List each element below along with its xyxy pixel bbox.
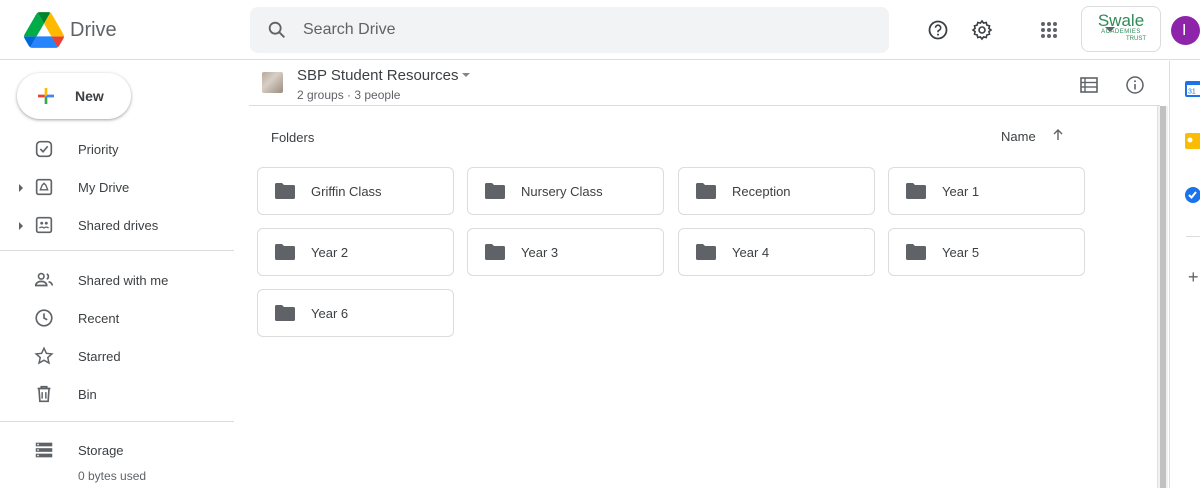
sort-ascending-icon[interactable]	[1050, 127, 1066, 143]
sidebar-item-label: Shared with me	[78, 273, 169, 288]
org-logo-name: Swale	[1097, 11, 1145, 30]
sidebar-item-priority[interactable]: Priority	[0, 134, 240, 166]
folder-tile[interactable]: Year 6	[257, 289, 454, 337]
shared-drives-icon	[35, 216, 53, 234]
folder-tile[interactable]: Griffin Class	[257, 167, 454, 215]
new-button-label: New	[75, 88, 104, 104]
calendar-icon[interactable]: 31	[1185, 81, 1200, 97]
page-title[interactable]: SBP Student Resources	[297, 67, 458, 84]
apps-grid-icon[interactable]	[1037, 18, 1061, 42]
settings-icon[interactable]	[970, 18, 994, 42]
shared-with-me-icon	[34, 272, 54, 287]
storage-used: 0 bytes used	[78, 469, 147, 483]
sidebar-item-recent[interactable]: Recent	[0, 303, 240, 335]
sidebar-item-label: Priority	[78, 142, 119, 157]
search-icon[interactable]	[266, 19, 288, 41]
priority-icon	[35, 140, 53, 158]
title-dropdown-icon[interactable]	[462, 73, 470, 77]
drive-logo-icon	[24, 12, 64, 48]
sidebar-item-starred[interactable]: Starred	[0, 341, 240, 373]
star-icon	[34, 346, 54, 365]
sort-by-name[interactable]: Name	[1001, 129, 1036, 144]
members-summary[interactable]: 2 groups · 3 people	[297, 88, 400, 102]
storage-label: Storage	[78, 443, 124, 458]
storage-icon	[35, 442, 53, 458]
folder-icon	[485, 244, 505, 260]
folder-name: Nursery Class	[521, 184, 603, 199]
search-input[interactable]	[303, 18, 843, 42]
help-icon[interactable]	[926, 18, 950, 42]
folder-tile[interactable]: Year 3	[467, 228, 664, 276]
folder-name: Year 4	[732, 245, 770, 260]
folder-tile[interactable]: Year 4	[678, 228, 875, 276]
shared-drive-thumbnail	[262, 72, 283, 93]
folder-icon	[275, 305, 295, 321]
folder-icon	[906, 244, 926, 260]
info-icon[interactable]	[1125, 75, 1145, 95]
folder-tile[interactable]: Year 5	[888, 228, 1085, 276]
folder-icon	[906, 183, 926, 199]
expand-arrow-icon[interactable]	[19, 184, 23, 192]
folder-icon	[275, 183, 295, 199]
folder-name: Year 6	[311, 306, 349, 321]
tasks-icon[interactable]	[1185, 187, 1200, 203]
breadcrumb: SBP Student Resources 2 groups · 3 peopl…	[249, 61, 1160, 106]
folder-name: Year 3	[521, 245, 559, 260]
search-bar[interactable]	[250, 7, 1115, 53]
folder-name: Reception	[732, 184, 791, 199]
side-panel-divider	[1186, 236, 1200, 237]
folder-tile[interactable]: Nursery Class	[467, 167, 664, 215]
my-drive-icon	[35, 178, 53, 196]
folder-tile[interactable]: Year 1	[888, 167, 1085, 215]
keep-icon[interactable]	[1185, 133, 1200, 149]
top-bar: Drive Swale ACADEMIES TRUST I	[0, 0, 1200, 60]
scrollbar-thumb[interactable]	[1160, 106, 1166, 488]
sidebar-item-bin[interactable]: Bin	[0, 379, 240, 411]
folder-tile[interactable]: Year 2	[257, 228, 454, 276]
plus-icon	[38, 88, 54, 104]
app-name: Drive	[70, 18, 117, 41]
drive-logo[interactable]: Drive	[24, 12, 117, 48]
sidebar-divider	[0, 250, 234, 251]
avatar[interactable]: I	[1171, 16, 1200, 45]
folder-icon	[696, 183, 716, 199]
folder-tile[interactable]: Reception	[678, 167, 875, 215]
folder-icon	[485, 183, 505, 199]
folder-name: Year 5	[942, 245, 980, 260]
folder-name: Year 2	[311, 245, 349, 260]
sidebar-item-my-drive[interactable]: My Drive	[0, 172, 240, 204]
section-heading-folders: Folders	[271, 130, 315, 145]
clock-icon	[35, 309, 53, 327]
folder-name: Year 1	[942, 184, 980, 199]
side-panel: 31 +	[1169, 61, 1200, 488]
sidebar-item-label: Recent	[78, 311, 120, 326]
bin-icon	[37, 385, 51, 403]
folder-name: Griffin Class	[311, 184, 382, 199]
sidebar-item-storage[interactable]: Storage	[0, 435, 240, 467]
expand-arrow-icon[interactable]	[19, 222, 23, 230]
calendar-date: 31	[1188, 89, 1196, 96]
sidebar-item-label: Starred	[78, 349, 121, 364]
sidebar-divider	[0, 421, 234, 422]
org-logo-line3: TRUST	[1126, 36, 1146, 42]
org-logo[interactable]: Swale ACADEMIES TRUST	[1081, 6, 1161, 52]
new-button[interactable]: New	[17, 73, 131, 119]
sidebar-item-label: My Drive	[78, 180, 130, 195]
sidebar-item-shared-with-me[interactable]: Shared with me	[0, 265, 240, 297]
add-icon[interactable]: +	[1188, 268, 1199, 286]
scrollbar[interactable]	[1157, 106, 1168, 488]
folder-icon	[696, 244, 716, 260]
list-view-icon[interactable]	[1079, 75, 1099, 95]
sidebar-item-shared-drives[interactable]: Shared drives	[0, 210, 240, 242]
org-logo-line2: ACADEMIES	[1101, 29, 1141, 35]
sidebar-item-label: Shared drives	[78, 218, 159, 233]
folder-icon	[275, 244, 295, 260]
sidebar-item-label: Bin	[78, 387, 97, 402]
